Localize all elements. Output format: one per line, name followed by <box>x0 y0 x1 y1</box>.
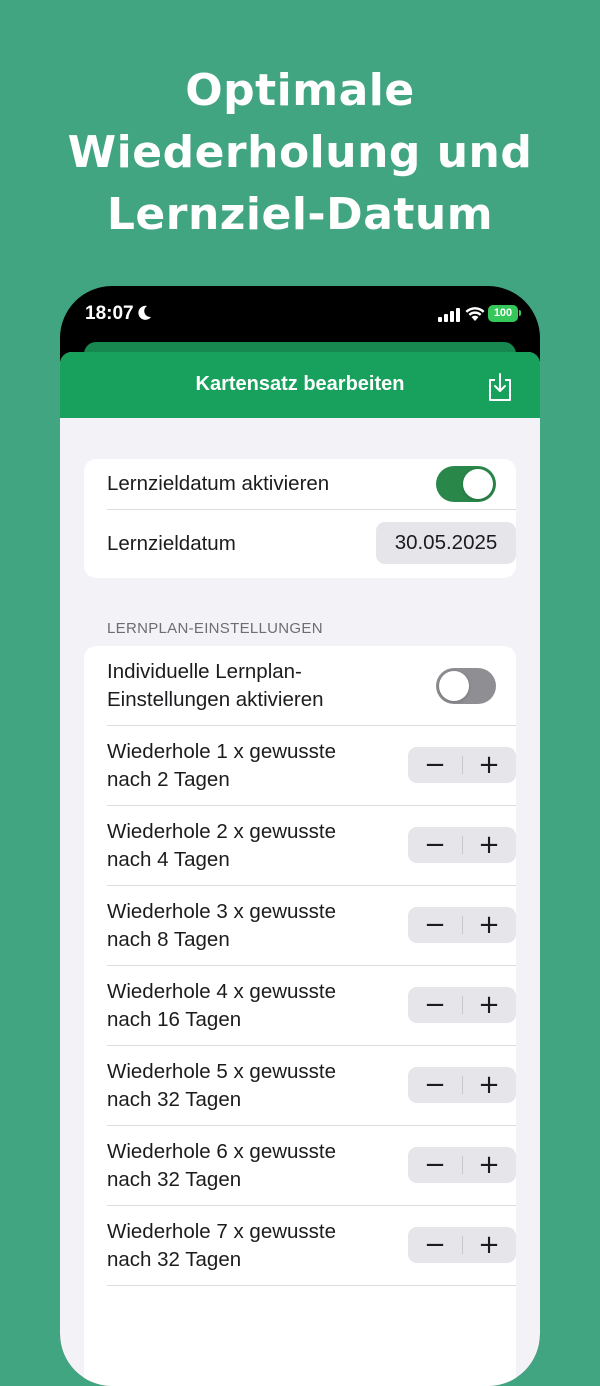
repeat-row-2: Wiederhole 2 x gewusste nach 4 Tagen − + <box>107 806 516 886</box>
status-bar: 18:07 100 <box>60 286 540 342</box>
save-download-icon[interactable] <box>487 372 513 402</box>
toggle-knob <box>439 671 469 701</box>
increment-button[interactable]: + <box>462 1147 516 1183</box>
increment-button[interactable]: + <box>462 827 516 863</box>
repeat-row-1: Wiederhole 1 x gewusste nach 2 Tagen − + <box>107 726 516 806</box>
repeat-label-line1: Wiederhole 2 x gewusste <box>107 820 337 843</box>
decrement-button[interactable]: − <box>408 1147 462 1183</box>
section-header-learning-plan: LERNPLAN-EINSTELLUNGEN <box>107 620 323 637</box>
decrement-button[interactable]: − <box>408 827 462 863</box>
enable-goal-row: Lernzieldatum aktivieren <box>107 459 516 510</box>
promo-headline: Optimale Wiederholung und Lernziel-Datum <box>0 60 600 246</box>
phone-frame: 18:07 100 Kartensatz bearbeiten Lernziel… <box>60 286 540 1386</box>
learning-plan-group: Individuelle Lernplan- Einstellungen akt… <box>84 646 516 1386</box>
repeat-stepper[interactable]: − + <box>408 1147 516 1183</box>
moon-icon <box>138 305 151 320</box>
wifi-icon <box>465 307 485 321</box>
goal-date-row: Lernzieldatum 30.05.2025 <box>107 510 516 578</box>
repeat-row-4: Wiederhole 4 x gewusste nach 16 Tagen − … <box>107 966 516 1046</box>
page-title: Kartensatz bearbeiten <box>195 373 405 395</box>
cellular-signal-icon <box>438 308 460 322</box>
goal-date-toggle[interactable] <box>436 466 496 502</box>
headline-line-3: Lernziel-Datum <box>106 189 494 240</box>
repeat-stepper[interactable]: − + <box>408 1067 516 1103</box>
individual-settings-label-1: Individuelle Lernplan- <box>107 660 302 683</box>
goal-date-picker[interactable]: 30.05.2025 <box>376 522 516 564</box>
decrement-button[interactable]: − <box>408 747 462 783</box>
goal-date-group: Lernzieldatum aktivieren Lernzieldatum 3… <box>84 459 516 578</box>
increment-button[interactable]: + <box>462 747 516 783</box>
repeat-label-line2: nach 32 Tagen <box>107 1168 242 1191</box>
status-time: 18:07 <box>85 303 134 324</box>
decrement-button[interactable]: − <box>408 987 462 1023</box>
repeat-label-line1: Wiederhole 5 x gewusste <box>107 1060 337 1083</box>
headline-line-2: Wiederholung und <box>67 127 533 178</box>
headline-line-1: Optimale <box>185 65 415 116</box>
increment-button[interactable]: + <box>462 1227 516 1263</box>
repeat-label-line2: nach 2 Tagen <box>107 768 230 791</box>
repeat-label-line2: nach 32 Tagen <box>107 1088 242 1111</box>
toggle-knob <box>463 469 493 499</box>
repeat-row-6: Wiederhole 6 x gewusste nach 32 Tagen − … <box>107 1126 516 1206</box>
repeat-label-line1: Wiederhole 6 x gewusste <box>107 1140 337 1163</box>
increment-button[interactable]: + <box>462 987 516 1023</box>
decrement-button[interactable]: − <box>408 1227 462 1263</box>
repeat-stepper[interactable]: − + <box>408 827 516 863</box>
navigation-bar: Kartensatz bearbeiten <box>60 352 540 418</box>
edit-deck-sheet: Kartensatz bearbeiten Lernzieldatum akti… <box>60 352 540 1386</box>
repeat-row-3: Wiederhole 3 x gewusste nach 8 Tagen − + <box>107 886 516 966</box>
increment-button[interactable]: + <box>462 1067 516 1103</box>
individual-settings-row: Individuelle Lernplan- Einstellungen akt… <box>107 646 516 726</box>
battery-indicator: 100 <box>488 305 518 322</box>
repeat-label-line1: Wiederhole 4 x gewusste <box>107 980 337 1003</box>
repeat-label-line2: nach 8 Tagen <box>107 928 230 951</box>
decrement-button[interactable]: − <box>408 907 462 943</box>
battery-tip <box>519 310 521 316</box>
repeat-label-line1: Wiederhole 1 x gewusste <box>107 740 337 763</box>
repeat-row-7: Wiederhole 7 x gewusste nach 32 Tagen − … <box>107 1206 516 1286</box>
repeat-stepper[interactable]: − + <box>408 907 516 943</box>
repeat-row-5: Wiederhole 5 x gewusste nach 32 Tagen − … <box>107 1046 516 1126</box>
individual-settings-label-2: Einstellungen aktivieren <box>107 688 324 711</box>
repeat-label-line2: nach 4 Tagen <box>107 848 230 871</box>
goal-date-label: Lernzieldatum <box>107 532 236 555</box>
repeat-label-line1: Wiederhole 7 x gewusste <box>107 1220 337 1243</box>
repeat-label-line2: nach 16 Tagen <box>107 1008 242 1031</box>
increment-button[interactable]: + <box>462 907 516 943</box>
individual-settings-toggle[interactable] <box>436 668 496 704</box>
repeat-stepper[interactable]: − + <box>408 747 516 783</box>
repeat-label-line1: Wiederhole 3 x gewusste <box>107 900 337 923</box>
decrement-button[interactable]: − <box>408 1067 462 1103</box>
repeat-stepper[interactable]: − + <box>408 987 516 1023</box>
enable-goal-label: Lernzieldatum aktivieren <box>107 472 330 495</box>
repeat-stepper[interactable]: − + <box>408 1227 516 1263</box>
repeat-label-line2: nach 32 Tagen <box>107 1248 242 1271</box>
